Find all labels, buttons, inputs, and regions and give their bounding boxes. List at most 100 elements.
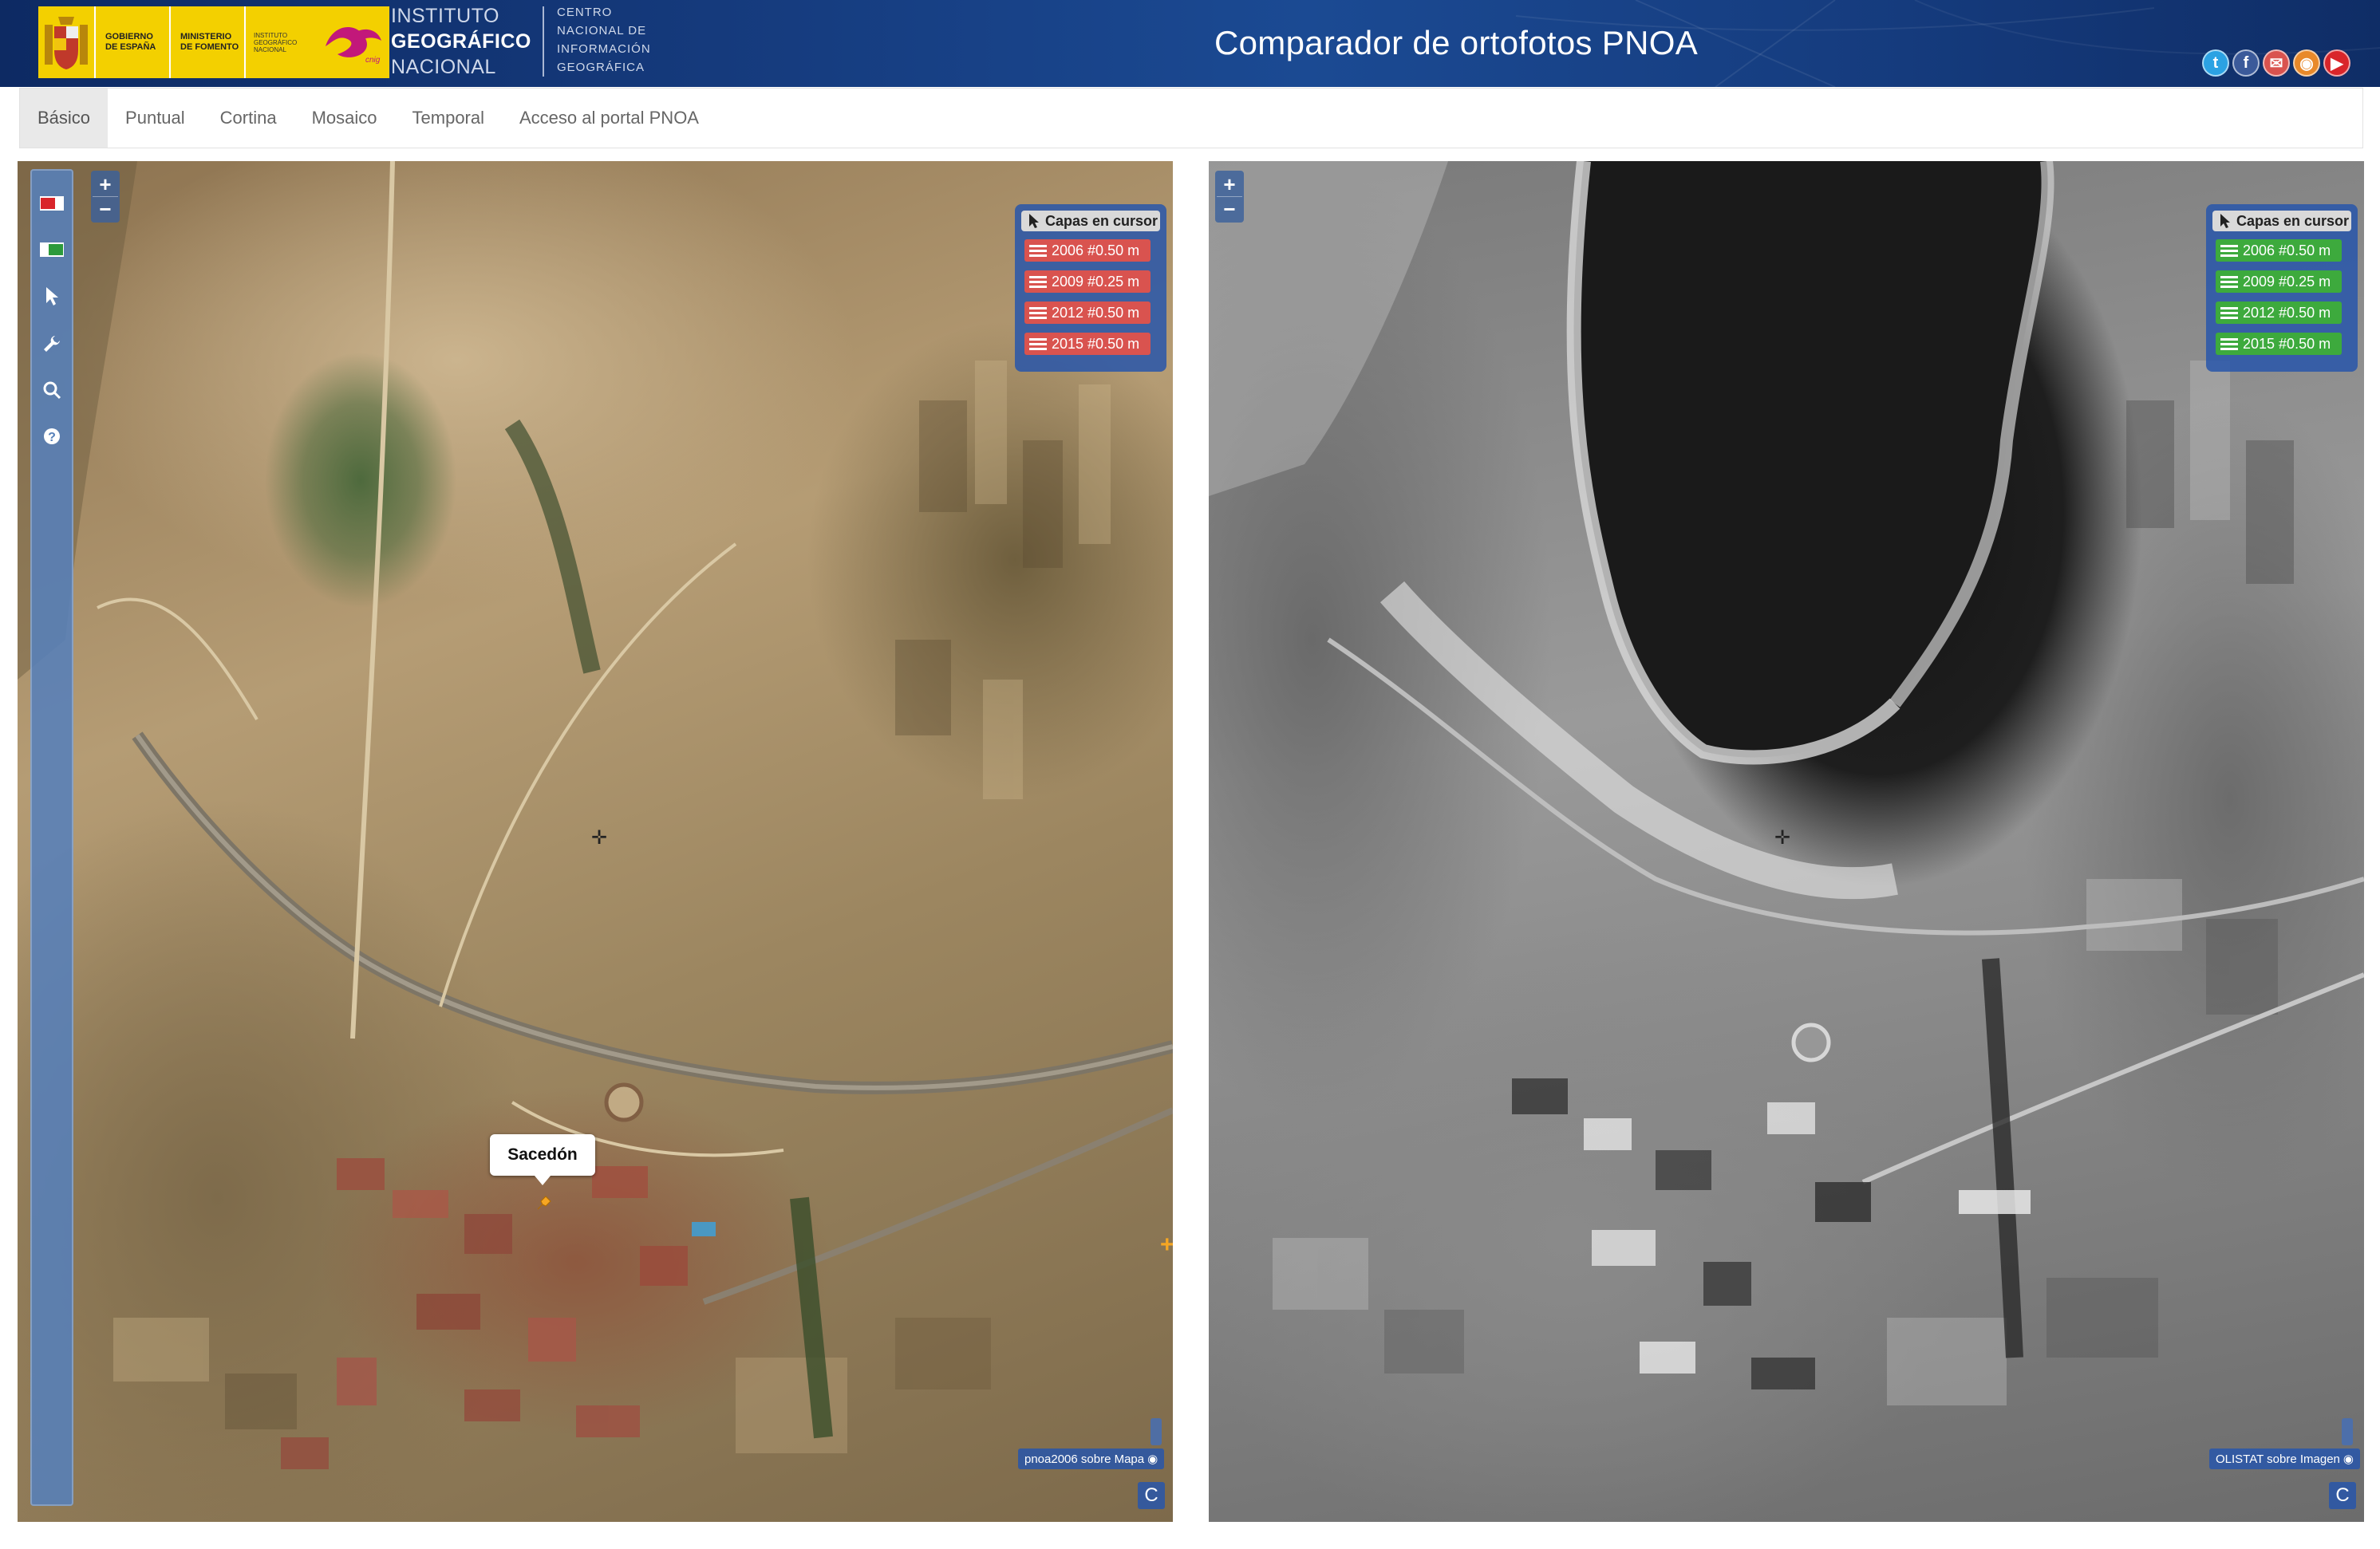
layer-label: 2006 #0.50 m — [2243, 242, 2331, 258]
attribution-text: OLISTAT sobre Imagen — [2216, 1452, 2340, 1466]
tab-basico[interactable]: Básico — [20, 89, 109, 148]
main-nav: Básico Puntual Cortina Mosaico Temporal … — [19, 88, 2363, 148]
left-attribution[interactable]: pnoa2006 sobre Mapa ◉ — [1018, 1448, 1165, 1469]
zoom-out-button[interactable]: − — [93, 196, 118, 221]
left-map-viewer[interactable]: ? + − Capas en cursor 2006 #0.50 m 2009 … — [18, 161, 1173, 1522]
corner-c-button[interactable]: C — [1138, 1482, 1165, 1509]
svg-text:?: ? — [48, 431, 56, 444]
list-icon — [2220, 274, 2238, 290]
left-zoom-control: + − — [91, 171, 120, 223]
tab-cortina[interactable]: Cortina — [203, 89, 294, 148]
cnig-line-2: NACIONAL DE — [557, 24, 647, 37]
twitter-icon[interactable]: t — [2202, 49, 2229, 77]
cnig-line-1: CENTRO — [557, 6, 613, 19]
layers-title: Capas en cursor — [2212, 211, 2351, 231]
green-layer-icon[interactable] — [38, 236, 65, 263]
coat-of-arms-icon — [38, 6, 94, 78]
facebook-icon[interactable]: f — [2232, 49, 2260, 77]
place-label[interactable]: Sacedón — [490, 1134, 595, 1185]
list-icon — [1029, 336, 1047, 353]
layer-label: 2015 #0.50 m — [1052, 335, 1140, 352]
tab-temporal[interactable]: Temporal — [395, 89, 502, 148]
map-pin-icon[interactable] — [535, 1193, 554, 1212]
zoom-out-button[interactable]: − — [1217, 196, 1242, 221]
zoom-in-button[interactable]: + — [93, 172, 118, 196]
social-links: t f ✉ ◉ ▶ — [2202, 49, 2350, 77]
cnig-name: CENTRO NACIONAL DE INFORMACIÓN GEOGRÁFIC… — [557, 3, 651, 77]
layer-label: 2012 #0.50 m — [2243, 304, 2331, 321]
layer-item-2009[interactable]: 2009 #0.25 m — [2216, 270, 2342, 293]
cnig-line-4: GEOGRÁFICA — [557, 61, 645, 74]
attribution-handle[interactable] — [2342, 1418, 2353, 1445]
list-icon — [2220, 242, 2238, 259]
tab-puntual[interactable]: Puntual — [108, 89, 203, 148]
corner-c-button[interactable]: C — [2329, 1482, 2356, 1509]
attribution-text: pnoa2006 sobre Mapa — [1024, 1452, 1145, 1466]
pointer-icon[interactable] — [38, 282, 65, 309]
page-title: Comparador de ortofotos PNOA — [1214, 24, 1699, 61]
cursor-icon — [1029, 214, 1039, 228]
layers-title-text: Capas en cursor — [2236, 212, 2350, 229]
edge-marker-icon: + — [1160, 1232, 1173, 1258]
right-layers-panel: Capas en cursor 2006 #0.50 m 2009 #0.25 … — [2206, 204, 2358, 372]
cnig-line-3: INFORMACIÓN — [557, 42, 651, 56]
tab-mosaico[interactable]: Mosaico — [294, 89, 395, 148]
right-map-viewer[interactable]: + − Capas en cursor 2006 #0.50 m 2009 #0… — [1209, 161, 2364, 1522]
attribution-handle[interactable] — [1151, 1418, 1162, 1445]
government-logo[interactable]: GOBIERNO DE ESPAÑA MINISTERIO DE FOMENTO… — [38, 6, 389, 78]
list-icon — [2220, 336, 2238, 353]
layers-title-text: Capas en cursor — [1045, 212, 1158, 229]
ministry-line-1: MINISTERIO — [180, 32, 232, 41]
list-icon — [1029, 305, 1047, 321]
layer-item-2012[interactable]: 2012 #0.50 m — [1024, 302, 1151, 324]
svg-text:cnig: cnig — [365, 56, 381, 65]
layer-label: 2012 #0.50 m — [1052, 304, 1140, 321]
search-icon[interactable] — [38, 376, 65, 404]
right-attribution[interactable]: OLISTAT sobre Imagen ◉ — [2209, 1448, 2360, 1469]
layer-item-2015[interactable]: 2015 #0.50 m — [2216, 333, 2342, 355]
zoom-in-button[interactable]: + — [1217, 172, 1242, 196]
header-divider — [543, 6, 544, 77]
layer-item-2012[interactable]: 2012 #0.50 m — [2216, 302, 2342, 324]
gov-line-1: GOBIERNO — [105, 32, 153, 41]
rss-icon[interactable]: ◉ — [2293, 49, 2320, 77]
ign-name: INSTITUTO GEOGRÁFICO NACIONAL — [391, 3, 531, 80]
ign-line-2: GEOGRÁFICO — [391, 30, 531, 53]
gov-line-2: DE ESPAÑA — [105, 42, 156, 52]
ign-mini-text: INSTITUTO GEOGRÁFICO NACIONAL — [254, 31, 298, 53]
ign-line-1: INSTITUTO — [391, 5, 499, 27]
layer-item-2009[interactable]: 2009 #0.25 m — [1024, 270, 1151, 293]
youtube-icon[interactable]: ▶ — [2323, 49, 2350, 77]
layer-item-2015[interactable]: 2015 #0.50 m — [1024, 333, 1151, 355]
layers-title: Capas en cursor — [1021, 211, 1160, 231]
government-text: GOBIERNO DE ESPAÑA — [94, 6, 169, 78]
ign-mark-icon: cnig — [326, 27, 381, 65]
list-icon — [1029, 274, 1047, 290]
layer-label: 2009 #0.25 m — [2243, 273, 2331, 290]
wrench-icon[interactable] — [38, 330, 65, 357]
tab-acceso-portal[interactable]: Acceso al portal PNOA — [502, 89, 716, 148]
ministry-line-2: DE FOMENTO — [180, 42, 239, 52]
left-layers-panel: Capas en cursor 2006 #0.50 m 2009 #0.25 … — [1015, 204, 1166, 372]
layer-label: 2009 #0.25 m — [1052, 273, 1140, 290]
ign-small-logo: INSTITUTO GEOGRÁFICO NACIONAL cnig — [244, 6, 389, 78]
ign-line-3: NACIONAL — [391, 56, 496, 78]
right-zoom-control: + − — [1215, 171, 1244, 223]
crosshair-icon: ✛ — [1774, 827, 1791, 849]
list-icon — [2220, 305, 2238, 321]
cursor-icon — [2220, 214, 2230, 228]
tool-sidebar: ? — [30, 169, 73, 1506]
site-header: GOBIERNO DE ESPAÑA MINISTERIO DE FOMENTO… — [0, 0, 2380, 87]
layer-item-2006[interactable]: 2006 #0.50 m — [2216, 239, 2342, 262]
layer-item-2006[interactable]: 2006 #0.50 m — [1024, 239, 1151, 262]
list-icon — [1029, 242, 1047, 259]
red-layer-icon[interactable] — [38, 190, 65, 217]
ministry-text: MINISTERIO DE FOMENTO — [169, 6, 244, 78]
help-icon[interactable]: ? — [38, 423, 65, 450]
info-icon: ◉ — [2343, 1452, 2354, 1466]
layer-label: 2006 #0.50 m — [1052, 242, 1140, 258]
mail-icon[interactable]: ✉ — [2263, 49, 2290, 77]
info-icon: ◉ — [1147, 1452, 1158, 1466]
layer-label: 2015 #0.50 m — [2243, 335, 2331, 352]
crosshair-icon: ✛ — [590, 827, 608, 849]
